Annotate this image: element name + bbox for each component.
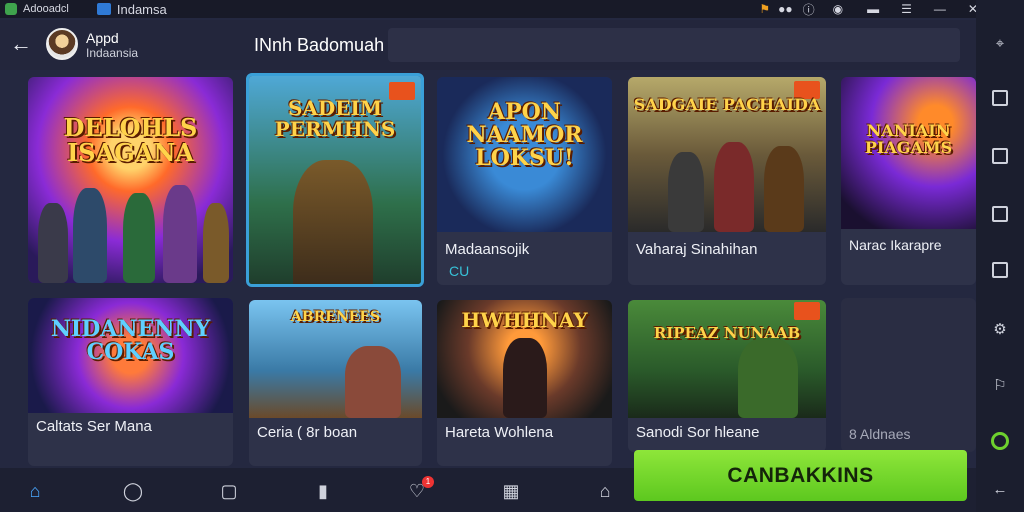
game-title: Madaansojik xyxy=(445,241,530,258)
game-art-title: NANIAIN PIAGAMS xyxy=(864,121,953,157)
window-tab-title[interactable]: Indamsa xyxy=(117,2,167,17)
app-subtitle: Indaansia xyxy=(86,46,139,60)
notification-badge: 1 xyxy=(422,476,434,488)
store-icon[interactable]: ⌂ xyxy=(594,480,616,502)
gallery-icon[interactable]: ▦ xyxy=(500,480,522,502)
screenshot-icon[interactable] xyxy=(992,148,1008,164)
back-icon[interactable]: ← xyxy=(990,480,1010,500)
game-title: Caltats Ser Mana xyxy=(36,418,152,435)
menu-icon[interactable]: ☰ xyxy=(901,2,912,16)
game-card-selected[interactable]: SADEIM PERMHNS xyxy=(246,73,424,287)
game-card[interactable]: APON NAAMOR LOKSU! Madaansojik CU xyxy=(437,77,612,285)
game-art: SADEIM PERMHNS xyxy=(249,76,421,284)
game-card[interactable]: NANIAIN PIAGAMS Narac Ikarapre xyxy=(841,77,976,285)
game-art-title: APON NAAMOR LOKSU! xyxy=(466,99,583,172)
account-icon[interactable]: ◉ xyxy=(833,2,843,16)
title-bar: Adooadcl Indamsa ⚑ ●● ⓘ ◉ ▬ ☰ — ✕ ↗ xyxy=(0,0,1024,18)
game-art: SADGAIE PACHAIDA xyxy=(628,77,826,232)
game-card[interactable]: RIPEAZ NUNAAB Sanodi Sor hleane xyxy=(628,300,826,452)
game-title: Hareta Wohlena xyxy=(445,424,554,441)
game-art: HWHHNAY xyxy=(437,300,612,418)
app-name: Appd xyxy=(86,30,119,46)
game-art: DELOHLS ISAGANA xyxy=(28,77,233,283)
new-badge xyxy=(794,302,820,320)
app-window: Adooadcl Indamsa ⚑ ●● ⓘ ◉ ▬ ☰ — ✕ ↗ ← Ap… xyxy=(0,0,1024,512)
minimize-icon[interactable]: ▬ xyxy=(867,2,879,16)
game-title: Narac Ikarapre xyxy=(849,237,942,253)
game-art: ABRENEES xyxy=(249,300,422,418)
game-art: RIPEAZ NUNAAB xyxy=(628,300,826,418)
game-title: Vaharaj Sinahihan xyxy=(636,241,758,258)
game-art-title: HWHHNAY xyxy=(461,308,588,332)
edit-icon[interactable] xyxy=(992,206,1008,222)
game-title: Sanodi Sor hleane xyxy=(636,424,760,441)
help-icon[interactable]: ⓘ xyxy=(803,1,815,18)
game-card[interactable]: ABRENEES Ceria ( 8r boan xyxy=(249,300,422,466)
game-title: 8 Aldnaes xyxy=(849,426,911,442)
titlebar-app-label: Adooadcl xyxy=(23,3,69,15)
page-header: ← Appd Indaansia INnh Badomuah xyxy=(0,20,976,70)
location-icon[interactable]: ⚐ xyxy=(990,376,1010,396)
game-card[interactable]: NIDANENNY COKAS Caltats Ser Mana xyxy=(28,298,233,466)
screen-icon[interactable] xyxy=(992,90,1008,106)
notification-icon[interactable]: ⚑ xyxy=(759,2,770,16)
game-card[interactable]: SADGAIE PACHAIDA Vaharaj Sinahihan xyxy=(628,77,826,285)
game-art: NIDANENNY COKAS xyxy=(28,298,233,413)
avatar[interactable] xyxy=(46,28,78,60)
primary-action-button[interactable]: CANBAKKINS xyxy=(634,450,967,501)
fullscreen-icon[interactable]: ⌖ xyxy=(990,34,1010,54)
back-arrow-icon[interactable]: ← xyxy=(10,32,34,56)
game-card[interactable]: HWHHNAY Hareta Wohlena xyxy=(437,300,612,466)
game-art-title: NIDANENNY COKAS xyxy=(50,316,211,366)
app-logo-icon xyxy=(5,3,17,15)
game-card[interactable]: DELOHLS ISAGANA xyxy=(28,77,233,283)
settings-dots-icon[interactable]: ●● xyxy=(778,2,793,16)
layout-icon[interactable] xyxy=(992,262,1008,278)
right-toolbar: ⌖ ⚙ ⚐ ← xyxy=(976,0,1024,512)
gamepad-icon[interactable]: ⚙ xyxy=(990,320,1010,340)
chat-icon[interactable]: ◯ xyxy=(122,480,144,502)
game-art-title: DELOHLS ISAGANA xyxy=(63,113,198,168)
game-art-title: SADGAIE PACHAIDA xyxy=(633,95,821,114)
restore-icon[interactable]: — xyxy=(934,2,946,16)
game-tag: CU xyxy=(449,263,470,279)
game-title: Ceria ( 8r boan xyxy=(257,424,358,441)
page-title: INnh Badomuah xyxy=(254,35,385,55)
window-tab-icon[interactable] xyxy=(96,3,111,15)
game-art: NANIAIN PIAGAMS xyxy=(841,77,976,229)
game-art-title: ABRENEES xyxy=(290,309,381,325)
home-icon[interactable]: ⌂ xyxy=(24,480,46,502)
game-art-title: SADEIM PERMHNS xyxy=(274,96,396,141)
apps-icon[interactable]: ▢ xyxy=(218,480,240,502)
game-art-title: RIPEAZ NUNAAB xyxy=(653,324,801,342)
game-art: APON NAAMOR LOKSU! xyxy=(437,77,612,232)
record-icon[interactable] xyxy=(991,432,1009,450)
game-card[interactable]: 8 Aldnaes xyxy=(841,298,976,452)
bookmark-icon[interactable]: ▮ xyxy=(312,480,334,502)
search-input[interactable] xyxy=(388,28,960,62)
